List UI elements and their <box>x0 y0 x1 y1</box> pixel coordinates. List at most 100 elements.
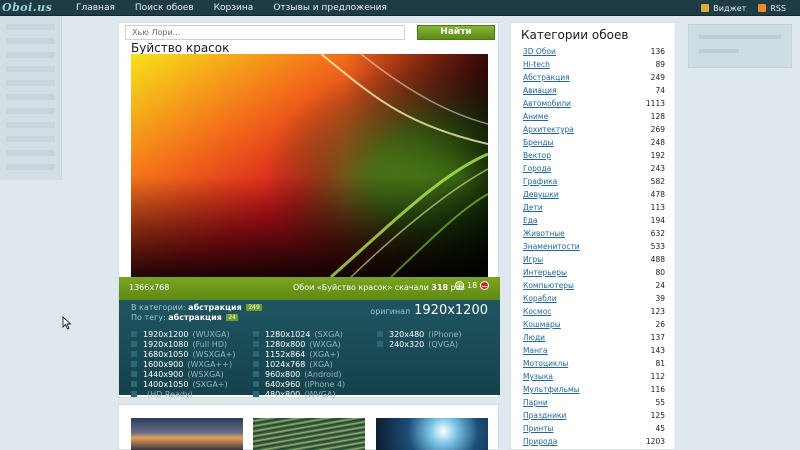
category-link[interactable]: Интерьеры <box>523 266 567 279</box>
resolution-option[interactable]: 480x800 (WVGA) <box>253 389 345 399</box>
download-info-strip: 1366x768 Обои «Буйство красок» скачали 3… <box>119 277 500 300</box>
widget-link[interactable]: Виджет <box>701 4 746 13</box>
original-resolution: оригинал 1920x1200 <box>370 303 488 318</box>
category-count: 39 <box>655 294 665 303</box>
category-link[interactable]: Бренды <box>523 136 554 149</box>
category-link[interactable]: Авиация <box>523 84 557 97</box>
resolution-option[interactable]: 1024x768 (XGA) <box>253 359 345 369</box>
category-count: 137 <box>650 333 665 342</box>
resolution-option[interactable]: (HD Ready) <box>131 389 236 399</box>
category-link[interactable]: Вектор <box>523 149 551 162</box>
category-link[interactable]: Животные <box>523 227 565 240</box>
category-link[interactable]: Автомобили <box>523 97 571 110</box>
site-logo[interactable]: Oboi.us <box>2 0 52 16</box>
category-link[interactable]: Праздники <box>523 409 566 422</box>
category-link[interactable]: Знаменитости <box>523 240 580 253</box>
category-count: 136 <box>650 47 665 56</box>
category-link[interactable]: Аниме <box>523 110 548 123</box>
left-faded-panel <box>0 16 62 180</box>
category-link[interactable]: 3D Обои <box>523 45 556 58</box>
category-item: Животные 632 <box>523 227 665 240</box>
category-link[interactable]: Дети <box>523 201 543 214</box>
category-link[interactable]: Мотоциклы <box>523 357 568 370</box>
category-link[interactable]: абстракция <box>188 303 242 312</box>
related-thumb[interactable] <box>376 418 488 450</box>
search-input[interactable]: Хью Лори... <box>125 25 405 40</box>
category-item: Города 243 <box>523 162 665 175</box>
resolution-option[interactable]: 1440x900 (WSXGA) <box>131 369 236 379</box>
tag-link[interactable]: абстракция <box>168 313 222 322</box>
wallpaper-preview-image[interactable] <box>131 54 488 277</box>
related-thumb[interactable] <box>131 418 243 450</box>
category-item: Мотоциклы 81 <box>523 357 665 370</box>
category-link[interactable]: Корабли <box>523 292 557 305</box>
category-link[interactable]: Девушки <box>523 188 559 201</box>
checkbox-icon <box>253 351 259 357</box>
category-link[interactable]: Парни <box>523 396 548 409</box>
category-item: Знаменитости 533 <box>523 240 665 253</box>
download-count: 318 <box>431 283 449 292</box>
resolution-option[interactable]: 1920x1080 (Full HD) <box>131 339 236 349</box>
category-link[interactable]: Графика <box>523 175 557 188</box>
category-link[interactable]: Люди <box>523 331 545 344</box>
category-link[interactable]: Кошмары <box>523 318 561 331</box>
category-item: Вектор 192 <box>523 149 665 162</box>
resolution-option[interactable]: 1280x1024 (SXGA) <box>253 329 345 339</box>
checkbox-icon <box>377 331 383 337</box>
nav-item-reviews[interactable]: Отзывы и предложения <box>273 0 387 16</box>
related-thumb[interactable] <box>253 418 365 450</box>
category-link[interactable]: Манга <box>523 344 548 357</box>
nav-item-search[interactable]: Поиск обоев <box>135 0 194 16</box>
resolution-option[interactable]: 1152x864 (XGA+) <box>253 349 345 359</box>
category-item: Hi-tech 89 <box>523 58 665 71</box>
category-link[interactable]: Компьютеры <box>523 279 574 292</box>
checkbox-icon <box>253 381 259 387</box>
category-link[interactable]: Музыка <box>523 370 553 383</box>
nav-item-cart[interactable]: Корзина <box>214 0 254 16</box>
category-item: Автомобили 1113 <box>523 97 665 110</box>
top-right-links: Виджет RSS <box>701 0 786 16</box>
resolution-option[interactable]: 1920x1200 (WUXGA) <box>131 329 236 339</box>
category-link[interactable]: Космос <box>523 305 551 318</box>
category-item: Аниме 128 <box>523 110 665 123</box>
resolution-option[interactable]: 1400x1050 (SXGA+) <box>131 379 236 389</box>
category-item: Праздники 125 <box>523 409 665 422</box>
category-link[interactable]: Еда <box>523 214 538 227</box>
resolution-option[interactable]: 1280x800 (WXGA) <box>253 339 345 349</box>
top-navigation-bar: Oboi.us Главная Поиск обоев Корзина Отзы… <box>0 0 800 16</box>
category-item: Мультфильмы 116 <box>523 383 665 396</box>
checkbox-icon <box>253 391 259 397</box>
vote-up-icon[interactable]: + <box>455 281 464 291</box>
nav-item-home[interactable]: Главная <box>76 0 115 16</box>
resolution-option[interactable]: 640x960 (iPhone 4) <box>253 379 345 389</box>
category-count: 125 <box>650 411 665 420</box>
resolutions-block: В категории: абстракция 249 По тегу: абс… <box>119 300 500 399</box>
category-link[interactable]: Природа <box>523 435 557 448</box>
wallpaper-panel: Хью Лори... Найти Буйство красок 1366x76… <box>118 22 500 399</box>
category-link[interactable]: Архитектура <box>523 123 574 136</box>
vote-down-icon[interactable]: − <box>480 281 490 291</box>
category-count: 533 <box>650 242 665 251</box>
category-count: 112 <box>650 372 665 381</box>
category-item: Люди 137 <box>523 331 665 344</box>
category-link[interactable]: Мультфильмы <box>523 383 580 396</box>
category-count: 582 <box>650 177 665 186</box>
search-button[interactable]: Найти <box>417 25 495 40</box>
original-resolution-link[interactable]: 1920x1200 <box>414 303 488 318</box>
resolution-option[interactable]: 1680x1050 (WSXGA+) <box>131 349 236 359</box>
resolution-option[interactable]: 960x800 (Android) <box>253 369 345 379</box>
category-link[interactable]: Игры <box>523 253 543 266</box>
category-item: Архитектура 269 <box>523 123 665 136</box>
category-link[interactable]: Принты <box>523 422 553 435</box>
resolution-column-1: 1920x1200 (WUXGA) 1920x1080 (Full HD) 1680… <box>131 329 236 399</box>
category-link[interactable]: Города <box>523 162 551 175</box>
resolution-option[interactable]: 320x480 (iPhone) <box>377 329 462 339</box>
category-link[interactable]: Абстракция <box>523 71 570 84</box>
rss-link[interactable]: RSS <box>758 4 786 13</box>
resolution-option[interactable]: 1600x900 (WXGA++) <box>131 359 236 369</box>
category-item: Бренды 248 <box>523 136 665 149</box>
checkbox-icon <box>253 361 259 367</box>
category-count: 55 <box>655 398 665 407</box>
resolution-option[interactable]: 240x320 (QVGA) <box>377 339 462 349</box>
category-link[interactable]: Hi-tech <box>523 58 550 71</box>
